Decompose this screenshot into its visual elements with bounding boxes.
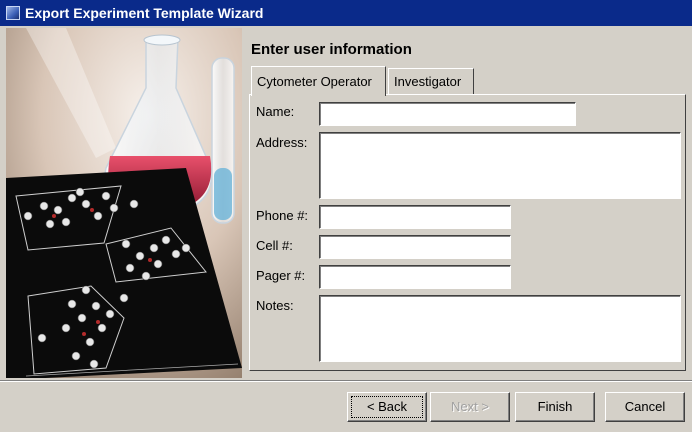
page-heading: Enter user information bbox=[251, 41, 412, 58]
back-button[interactable]: < Back bbox=[347, 392, 427, 422]
finish-button[interactable]: Finish bbox=[515, 392, 595, 422]
flask-and-plot-image bbox=[6, 28, 242, 378]
cancel-button[interactable]: Cancel bbox=[605, 392, 685, 422]
next-button[interactable]: Next > bbox=[430, 392, 510, 422]
name-field[interactable] bbox=[319, 102, 576, 126]
wizard-illustration bbox=[6, 28, 242, 378]
name-label: Name: bbox=[256, 104, 295, 119]
tab-investigator[interactable]: Investigator bbox=[388, 68, 474, 94]
wizard-window: Export Experiment Template Wizard Enter … bbox=[0, 0, 692, 432]
button-separator bbox=[0, 380, 692, 382]
pager-label: Pager #: bbox=[256, 268, 306, 283]
notes-field[interactable] bbox=[319, 295, 681, 362]
cell-label: Cell #: bbox=[256, 238, 293, 253]
pager-field[interactable] bbox=[319, 265, 511, 289]
address-field[interactable] bbox=[319, 132, 681, 199]
tab-cytometer-operator[interactable]: Cytometer Operator bbox=[251, 66, 386, 96]
notes-label: Notes: bbox=[256, 298, 294, 313]
wizard-window-icon bbox=[6, 6, 20, 20]
address-label: Address: bbox=[256, 135, 308, 150]
title-bar: Export Experiment Template Wizard bbox=[0, 0, 692, 26]
phone-field[interactable] bbox=[319, 205, 511, 229]
phone-label: Phone #: bbox=[256, 208, 309, 223]
window-title: Export Experiment Template Wizard bbox=[25, 5, 264, 21]
cell-field[interactable] bbox=[319, 235, 511, 259]
